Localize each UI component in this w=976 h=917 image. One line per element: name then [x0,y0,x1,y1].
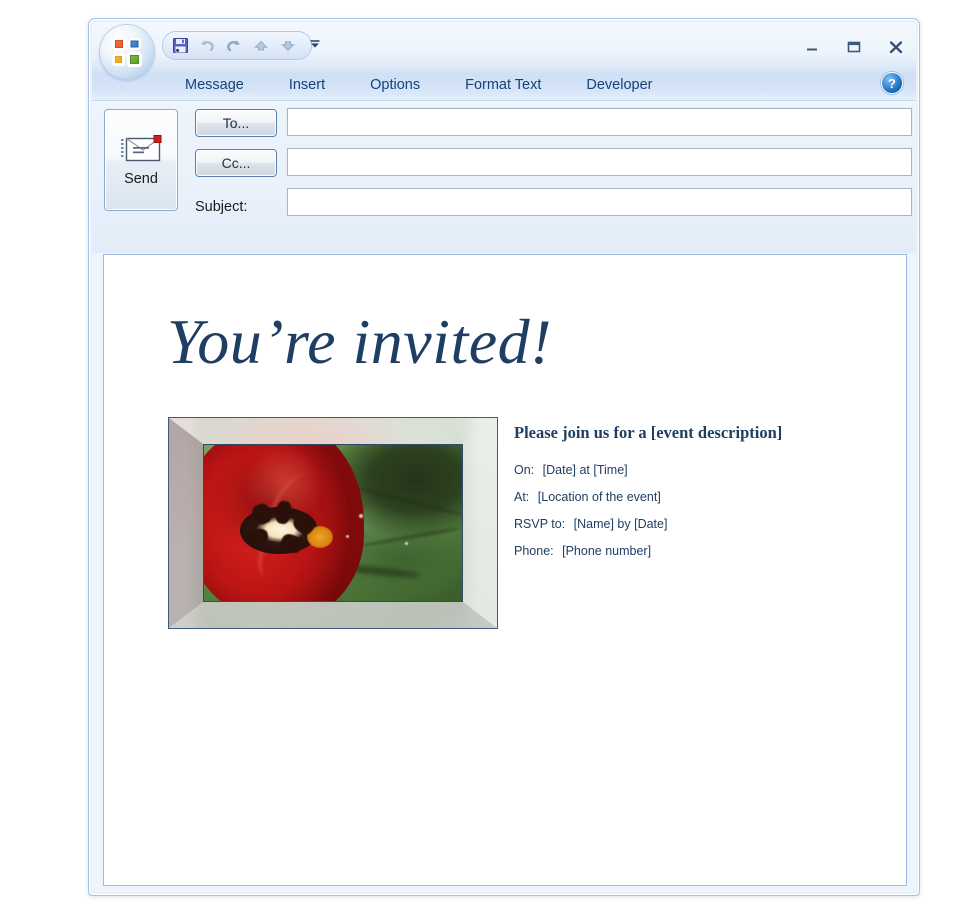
office-button[interactable] [100,25,154,79]
detail-label: On: [514,463,535,477]
outlook-compose-window: Message Insert Options Format Text Devel… [88,18,920,896]
detail-value: [Phone number] [562,544,652,558]
compose-header: Send To... Cc... Subject: [92,100,916,253]
detail-value: [Date] at [Time] [542,463,628,477]
invitation-details: Please join us for a [event description]… [514,423,864,571]
to-input[interactable] [287,108,912,136]
detail-label: RSVP to: [514,517,566,531]
send-button[interactable]: Send [104,109,178,211]
tulip-photo-frame[interactable] [168,417,498,629]
qat-customize-chevron-down-icon[interactable] [307,36,323,52]
subject-input[interactable] [287,188,912,216]
undo-icon[interactable] [196,35,218,56]
invitation-heading: Please join us for a [event description] [514,423,783,442]
detail-row-rsvp: RSVP to: [Name] by [Date] [514,517,864,531]
office-logo-quadrant-blue [128,38,141,50]
tulip-photo [203,444,463,602]
frame-bevel-top [169,418,497,444]
frame-bevel-right [463,418,497,628]
envelope-icon [119,133,163,167]
frame-bevel-bottom [169,602,497,628]
cc-input[interactable] [287,148,912,176]
office-logo-quadrant-yellow [112,53,125,66]
detail-row-phone: Phone: [Phone number] [514,544,864,558]
detail-row-at: At: [Location of the event] [514,490,864,504]
to-button[interactable]: To... [195,109,277,137]
office-logo-icon [112,37,142,67]
maximize-button[interactable] [844,38,864,56]
message-body[interactable]: You’re invited! Please join us for a [ev… [103,254,907,886]
detail-label: Phone: [514,544,554,558]
frame-bevel-left [169,418,203,628]
subject-label: Subject: [195,199,248,215]
tab-format-text[interactable]: Format Text [454,77,552,93]
cc-button[interactable]: Cc... [195,149,277,177]
tab-message[interactable]: Message [174,77,255,93]
redo-icon[interactable] [223,35,245,56]
window-inner: Message Insert Options Format Text Devel… [92,22,916,892]
help-icon[interactable]: ? [882,73,902,93]
detail-value: [Name] by [Date] [573,517,668,531]
send-button-label: Send [124,171,158,187]
office-logo-quadrant-green [127,52,142,67]
tab-insert[interactable]: Insert [278,77,336,93]
office-logo-quadrant-orange [112,37,126,51]
invitation-title: You’re invited! [167,306,552,377]
detail-label: At: [514,490,530,504]
minimize-button[interactable] [802,38,822,56]
close-button[interactable] [886,38,906,56]
dew-drop [358,513,363,518]
title-bar [92,22,916,79]
ribbon-tabstrip: Message Insert Options Format Text Devel… [92,72,916,98]
detail-row-on: On: [Date] at [Time] [514,463,864,477]
dew-drop [405,541,409,545]
quick-access-toolbar [162,31,312,60]
next-item-icon[interactable] [277,35,299,56]
tab-developer[interactable]: Developer [575,77,663,93]
save-icon[interactable] [169,35,191,56]
previous-item-icon[interactable] [250,35,272,56]
detail-value: [Location of the event] [537,490,661,504]
window-controls [802,38,906,56]
tab-options[interactable]: Options [359,77,431,93]
